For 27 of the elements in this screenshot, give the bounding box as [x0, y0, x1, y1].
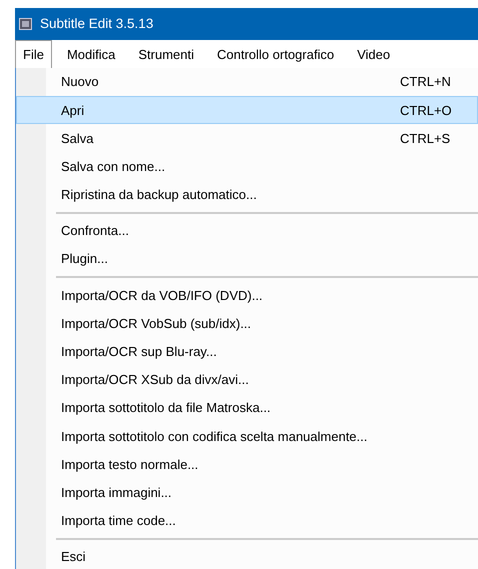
menu-tab[interactable]: Modifica — [58, 40, 124, 68]
menu-item[interactable]: Importa/OCR VobSub (sub/idx)... — [16, 310, 478, 338]
menu-item[interactable]: Importa testo normale... — [16, 450, 478, 479]
menu-item[interactable]: Esci — [16, 543, 478, 569]
window-title: Subtitle Edit 3.5.13 — [40, 14, 154, 33]
menu-tab[interactable]: Controllo ortografico — [209, 40, 342, 68]
menu-item[interactable]: Apri CTRL+O — [16, 96, 478, 124]
menu-tab[interactable]: Strumenti — [130, 40, 202, 68]
shortcut-label: CTRL+S — [400, 130, 450, 148]
menu-tab[interactable]: Video — [349, 40, 398, 68]
menu-item[interactable]: Confronta... — [16, 216, 478, 246]
shortcut-label: CTRL+O — [400, 102, 452, 120]
menu-item[interactable]: Importa sottotitolo con codifica scelta manualmente... — [16, 422, 478, 450]
menu-item[interactable]: Salva CTRL+S — [16, 124, 478, 153]
menu-item[interactable]: Plugin... — [16, 245, 478, 274]
menu-item[interactable]: Salva con nome... — [16, 152, 478, 181]
menu-item[interactable]: Importa/OCR da VOB/IFO (DVD)... — [16, 281, 478, 310]
menu-item[interactable]: Importa sottotitolo da file Matroska... — [16, 394, 478, 422]
menu-item[interactable]: Ripristina da backup automatico... — [16, 180, 478, 209]
shortcut-label: CTRL+N — [400, 73, 451, 92]
menu-item[interactable]: Importa/OCR sup Blu-ray... — [16, 338, 478, 366]
menu-item[interactable]: Importa immagini... — [16, 478, 478, 507]
menu-item[interactable]: Importa time code... — [16, 506, 478, 535]
menu-tab[interactable]: File — [15, 40, 52, 68]
menu-item[interactable]: Nuovo CTRL+N — [16, 68, 478, 96]
menu-item[interactable]: Importa/OCR XSub da divx/avi... — [16, 366, 478, 394]
app-icon — [19, 18, 32, 30]
